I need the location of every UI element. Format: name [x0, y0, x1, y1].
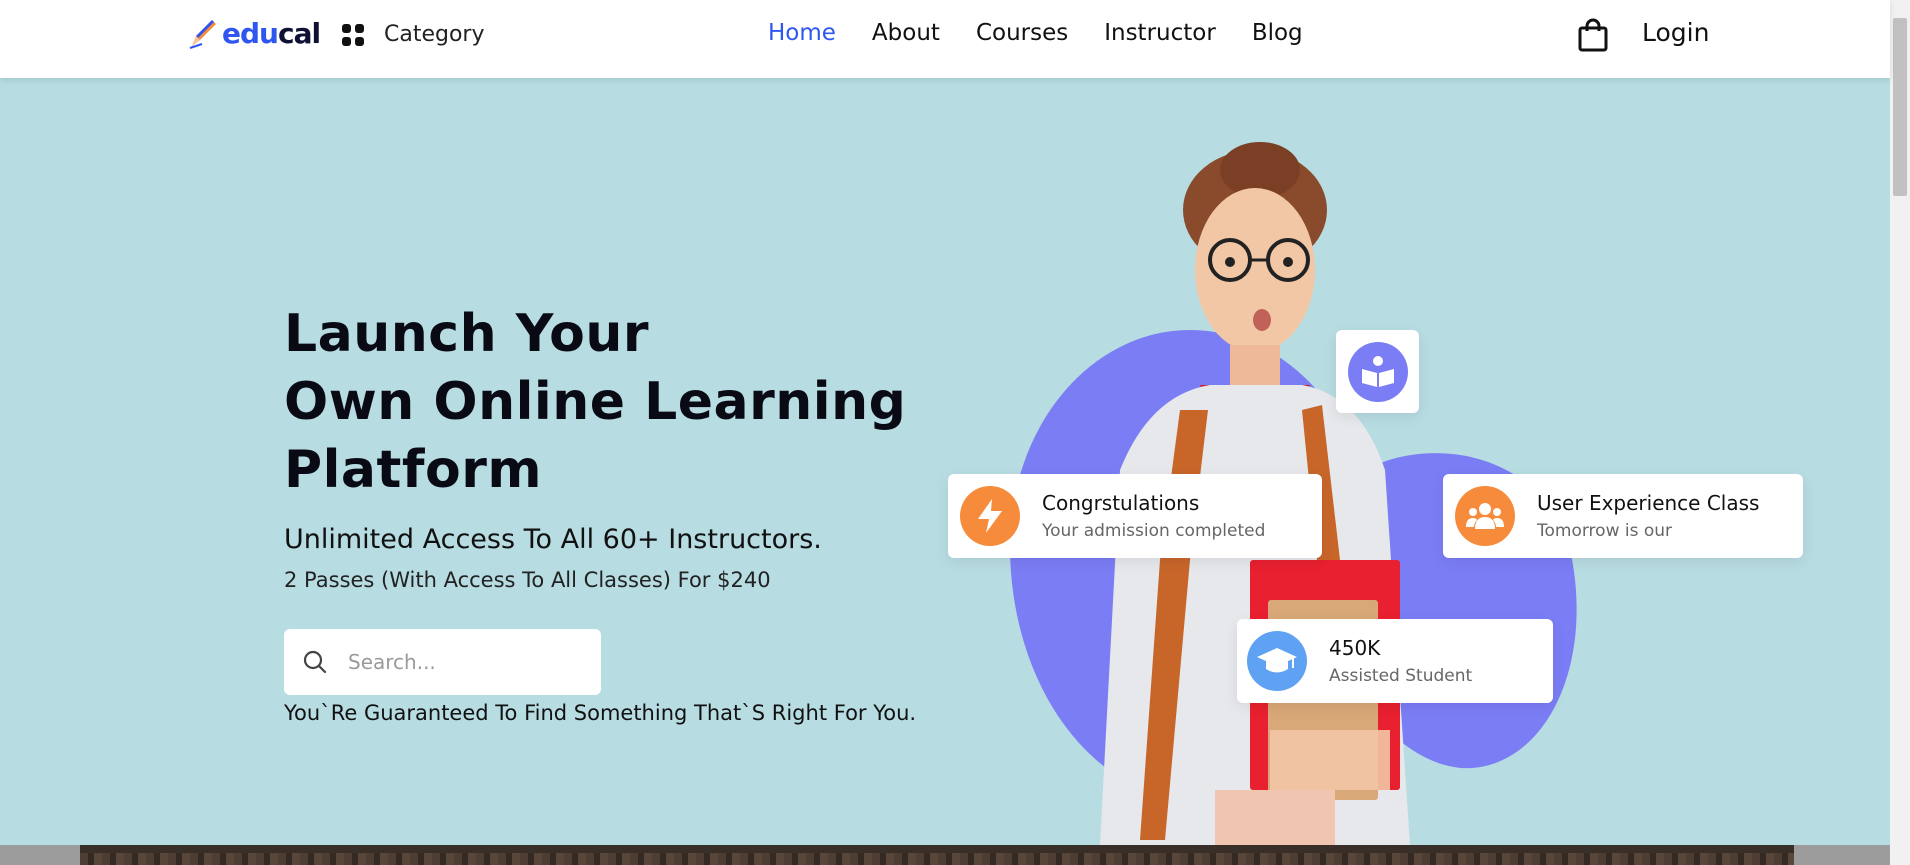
- logo-edu: edu: [222, 16, 279, 50]
- nav-courses[interactable]: Courses: [976, 20, 1068, 46]
- students-card-text: 450K Assisted Student: [1329, 636, 1472, 686]
- next-section-edge-right: [1794, 845, 1890, 865]
- nav-instructor[interactable]: Instructor: [1104, 20, 1216, 46]
- congratulations-subtitle: Your admission completed: [1042, 521, 1266, 541]
- graduation-cap-icon-circle: [1247, 631, 1307, 691]
- login-link[interactable]: Login: [1642, 18, 1709, 47]
- shopping-bag-icon: [1578, 18, 1608, 52]
- logo-cal: cal: [277, 16, 321, 50]
- hero-subtitle: Unlimited Access To All 60+ Instructors.: [284, 524, 822, 555]
- congratulations-card-text: Congrstulations Your admission completed: [1042, 491, 1265, 541]
- hero-title-line1: Launch Your: [284, 304, 649, 364]
- congratulations-card: Congrstulations Your admission completed: [948, 474, 1322, 558]
- nav-home[interactable]: Home: [768, 20, 836, 46]
- hero-title-line3: Platform: [284, 440, 543, 500]
- category-label: Category: [384, 22, 485, 47]
- lightning-icon: [978, 499, 1002, 533]
- book-reader-icon-circle: [1347, 341, 1408, 402]
- page-scrollbar[interactable]: [1890, 0, 1910, 865]
- users-icon-circle: [1455, 486, 1515, 546]
- scrollbar-thumb[interactable]: [1893, 18, 1907, 196]
- logo-text: educal: [222, 16, 321, 50]
- category-grid-icon: [342, 23, 364, 46]
- hero-title: Launch Your Own Online Learning Platform: [284, 300, 924, 504]
- hero-guarantee-text: You`Re Guaranteed To Find Something That…: [284, 701, 917, 725]
- bookshelf-texture: [80, 853, 1794, 865]
- hero-title-line2: Own Online Learning: [284, 372, 907, 432]
- book-reader-card: [1336, 330, 1419, 413]
- cart-button[interactable]: [1578, 18, 1608, 56]
- students-count: 450K: [1329, 636, 1381, 660]
- next-section-edge-left: [0, 845, 80, 865]
- next-section-image: [80, 845, 1794, 865]
- graduation-cap-icon: [1257, 648, 1297, 673]
- site-header: educal Category Home About Courses Instr…: [0, 0, 1890, 78]
- logo[interactable]: educal: [188, 16, 321, 50]
- ux-class-card: User Experience Class Tomorrow is our: [1443, 474, 1803, 558]
- lightning-icon-circle: [960, 486, 1020, 546]
- congratulations-title: Congrstulations: [1042, 491, 1200, 515]
- students-label: Assisted Student: [1329, 666, 1473, 686]
- hero-passes-text: 2 Passes (With Access To All Classes) Fo…: [284, 568, 771, 592]
- students-card: 450K Assisted Student: [1237, 619, 1553, 703]
- users-icon: [1466, 503, 1504, 529]
- ux-class-title: User Experience Class: [1537, 491, 1760, 515]
- search-input[interactable]: [348, 650, 578, 674]
- ux-class-card-text: User Experience Class Tomorrow is our: [1537, 491, 1759, 541]
- search-box[interactable]: [284, 629, 601, 695]
- category-menu[interactable]: Category: [342, 22, 485, 47]
- nav-blog[interactable]: Blog: [1252, 20, 1303, 46]
- search-icon: [303, 650, 327, 674]
- ux-class-subtitle: Tomorrow is our: [1537, 521, 1673, 541]
- book-reader-icon: [1361, 355, 1394, 387]
- pencil-logo-icon: [189, 20, 216, 49]
- main-nav: Home About Courses Instructor Blog: [768, 20, 1303, 46]
- nav-about[interactable]: About: [872, 20, 940, 46]
